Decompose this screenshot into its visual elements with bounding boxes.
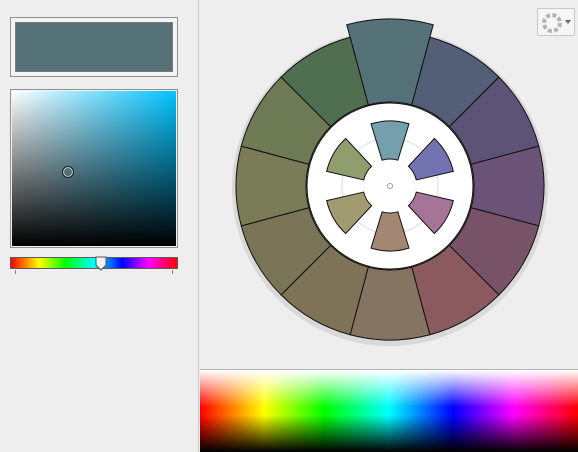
hue-slider-tick-end <box>172 270 173 274</box>
current-color-swatch <box>15 22 173 72</box>
saturation-brightness-field[interactable] <box>12 91 176 246</box>
hue-slider-thumb[interactable] <box>95 256 107 271</box>
saturation-brightness-picker[interactable] <box>10 89 178 248</box>
wheel-settings-button[interactable] <box>537 8 575 36</box>
sv-black-layer <box>12 91 176 246</box>
sv-picker-handle[interactable] <box>61 165 74 178</box>
color-spectrum[interactable] <box>200 369 578 452</box>
spectrum-light-dark-layer <box>200 370 578 452</box>
chevron-down-icon <box>565 20 571 24</box>
color-wheel[interactable] <box>200 0 578 368</box>
current-color-preview <box>10 17 178 77</box>
color-wheel-settings-icon <box>542 13 562 33</box>
hue-slider-tick-start <box>15 270 16 274</box>
picker-panel <box>0 0 199 452</box>
